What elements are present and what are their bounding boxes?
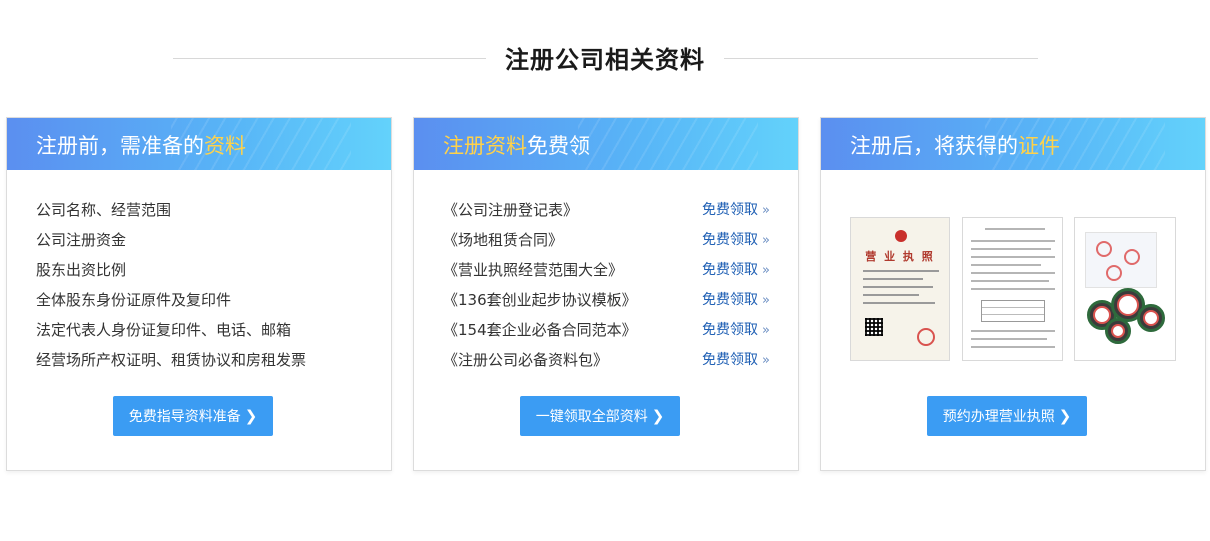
seal-icon xyxy=(1137,304,1165,332)
chevron-right-icon: ❯ xyxy=(1058,407,1072,425)
button-label: 免费指导资料准备 xyxy=(128,409,241,425)
divider-left xyxy=(173,58,486,59)
download-row: 《场地租赁合同》 免费领取» xyxy=(443,230,770,260)
list-item: 全体股东身份证原件及复印件 xyxy=(36,291,232,309)
free-get-link[interactable]: 免费领取» xyxy=(702,290,770,311)
free-get-link[interactable]: 免费领取» xyxy=(702,350,770,371)
list-item: 公司名称、经营范围 xyxy=(36,201,172,219)
download-row: 《营业执照经营范围大全》 免费领取» xyxy=(443,260,770,290)
stamp-mark-icon xyxy=(1124,249,1140,265)
list-item: 法定代表人身份证复印件、电话、邮箱 xyxy=(36,321,292,339)
download-row: 《136套创业起步协议模板》 免费领取» xyxy=(443,290,770,320)
double-chevron-icon: » xyxy=(762,233,770,248)
required-materials-list: 公司名称、经营范围 公司注册资金 股东出资比例 全体股东身份证原件及复印件 法定… xyxy=(36,200,306,380)
text-line xyxy=(863,270,939,272)
license-title: 营 业 执 照 xyxy=(865,250,935,263)
free-get-link[interactable]: 免费领取» xyxy=(702,230,770,251)
card-free-materials: 注册资料免费领 《公司注册登记表》 免费领取» 《场地租赁合同》 免费领取» 《… xyxy=(413,117,799,471)
double-chevron-icon: » xyxy=(762,203,770,218)
card-header: 注册前，需准备的资料 xyxy=(7,118,391,170)
chevron-right-icon: ❯ xyxy=(651,407,665,425)
business-license-image[interactable]: 营 业 执 照 xyxy=(850,217,950,361)
link-label: 免费领取 xyxy=(702,292,759,308)
seal-icon xyxy=(1105,318,1131,344)
link-label: 免费领取 xyxy=(702,352,759,368)
section-header: 注册公司相关资料 xyxy=(0,38,1210,78)
stamp-mark-icon xyxy=(1106,265,1122,281)
card-title-text: 注册后，将获得的 xyxy=(850,134,1018,158)
chevron-right-icon: ❯ xyxy=(244,407,258,425)
text-line xyxy=(971,272,1055,274)
book-business-license-button[interactable]: 预约办理营业执照 ❯ xyxy=(927,396,1087,436)
document-name: 《场地租赁合同》 xyxy=(443,231,564,249)
free-get-link[interactable]: 免费领取» xyxy=(702,320,770,341)
company-seals-image[interactable] xyxy=(1074,217,1176,361)
free-get-link[interactable]: 免费领取» xyxy=(702,200,770,221)
card-header: 注册资料免费领 xyxy=(414,118,798,170)
text-line xyxy=(971,240,1055,242)
text-line xyxy=(985,228,1045,230)
download-row: 《注册公司必备资料包》 免费领取» xyxy=(443,350,770,380)
text-line xyxy=(863,294,919,296)
card-before-registration: 注册前，需准备的资料 公司名称、经营范围 公司注册资金 股东出资比例 全体股东身… xyxy=(6,117,392,471)
text-line xyxy=(971,330,1055,332)
divider-right xyxy=(724,58,1038,59)
double-chevron-icon: » xyxy=(762,323,770,338)
text-line xyxy=(971,280,1049,282)
link-label: 免费领取 xyxy=(702,202,759,218)
link-label: 免费领取 xyxy=(702,262,759,278)
download-row: 《公司注册登记表》 免费领取» xyxy=(443,200,770,230)
document-name: 《注册公司必备资料包》 xyxy=(443,351,609,369)
get-all-materials-button[interactable]: 一键领取全部资料 ❯ xyxy=(520,396,680,436)
list-item: 经营场所产权证明、租赁协议和房租发票 xyxy=(36,351,307,369)
button-label: 一键领取全部资料 xyxy=(535,409,648,425)
double-chevron-icon: » xyxy=(762,293,770,308)
text-line xyxy=(971,256,1055,258)
card-title-highlight: 证件 xyxy=(1018,134,1060,158)
articles-document-image[interactable] xyxy=(962,217,1063,361)
seal-paper xyxy=(1085,232,1157,288)
card-header: 注册后，将获得的证件 xyxy=(821,118,1205,170)
list-item: 公司注册资金 xyxy=(36,231,127,249)
document-name: 《营业执照经营范围大全》 xyxy=(443,261,624,279)
section-title: 注册公司相关资料 xyxy=(505,46,705,74)
link-label: 免费领取 xyxy=(702,232,759,248)
link-label: 免费领取 xyxy=(702,322,759,338)
card-title: 注册资料免费领 xyxy=(443,130,590,160)
text-line xyxy=(971,338,1047,340)
card-title: 注册后，将获得的证件 xyxy=(850,130,1060,160)
text-line xyxy=(863,286,933,288)
text-line xyxy=(863,302,935,304)
double-chevron-icon: » xyxy=(762,263,770,278)
card-after-registration: 注册后，将获得的证件 营 业 执 照 预约办理营业执照 ❯ xyxy=(820,117,1206,471)
text-line xyxy=(971,264,1041,266)
table-graphic xyxy=(981,300,1045,322)
free-guidance-button[interactable]: 免费指导资料准备 ❯ xyxy=(113,396,273,436)
card-title: 注册前，需准备的资料 xyxy=(36,130,246,160)
certificate-gallery: 营 业 执 照 xyxy=(850,217,1190,361)
document-name: 《公司注册登记表》 xyxy=(443,201,579,219)
document-name: 《136套创业起步协议模板》 xyxy=(443,291,637,309)
download-list: 《公司注册登记表》 免费领取» 《场地租赁合同》 免费领取» 《营业执照经营范围… xyxy=(443,200,770,380)
text-line xyxy=(971,346,1055,348)
free-get-link[interactable]: 免费领取» xyxy=(702,260,770,281)
stamp-mark-icon xyxy=(1096,241,1112,257)
double-chevron-icon: » xyxy=(762,353,770,368)
qr-code-icon xyxy=(865,318,883,336)
card-title-highlight: 资料 xyxy=(204,134,246,158)
download-row: 《154套企业必备合同范本》 免费领取» xyxy=(443,320,770,350)
text-line xyxy=(971,248,1051,250)
national-emblem-icon xyxy=(895,230,907,242)
text-line xyxy=(971,288,1055,290)
card-title-text: 注册前，需准备的 xyxy=(36,134,204,158)
card-title-highlight: 注册资料 xyxy=(443,134,527,158)
text-line xyxy=(863,278,923,280)
button-label: 预约办理营业执照 xyxy=(942,409,1055,425)
card-title-text: 免费领 xyxy=(527,134,590,158)
list-item: 股东出资比例 xyxy=(36,261,127,279)
official-stamp-icon xyxy=(917,328,935,346)
document-name: 《154套企业必备合同范本》 xyxy=(443,321,637,339)
